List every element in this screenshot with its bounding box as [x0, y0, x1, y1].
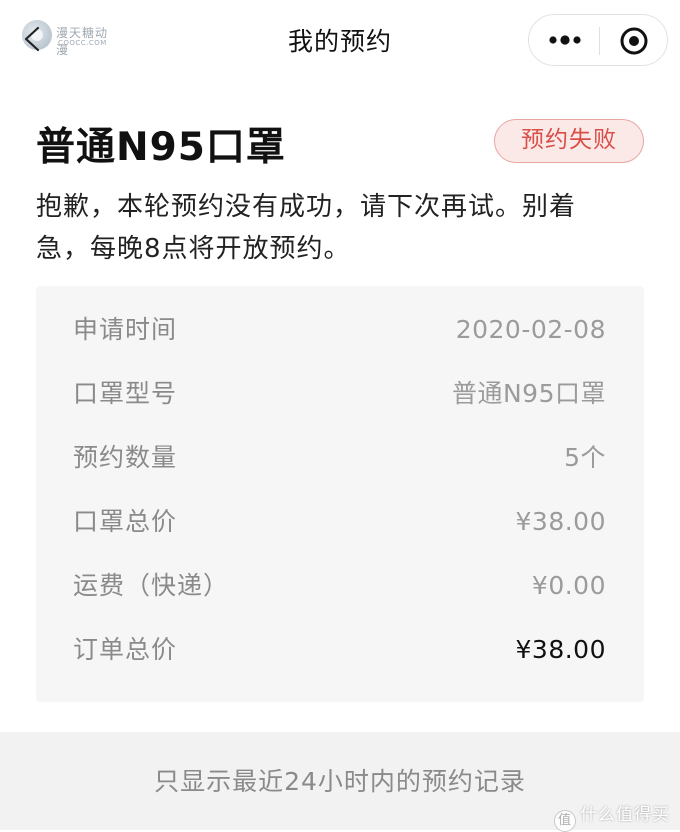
- detail-value: ¥38.00: [515, 507, 606, 536]
- reservation-detail-card: 申请时间 2020-02-08 口罩型号 普通N95口罩 预约数量 5个 口罩总…: [36, 286, 644, 702]
- status-badge: 预约失败: [494, 119, 644, 163]
- detail-label: 运费（快递）: [73, 571, 230, 600]
- capsule-divider: [599, 27, 600, 55]
- detail-row-apply-time: 申请时间 2020-02-08: [36, 310, 644, 350]
- mini-program-capsule: [528, 14, 668, 66]
- product-name: 普通N95口罩: [36, 125, 286, 170]
- detail-row-order-total: 订单总价 ¥38.00: [36, 630, 644, 670]
- corner-logo-badge-icon: 值: [554, 810, 576, 832]
- target-icon[interactable]: [619, 26, 649, 56]
- detail-row-shipping: 运费（快递） ¥0.00: [36, 566, 644, 606]
- detail-row-mask-total: 口罩总价 ¥38.00: [36, 502, 644, 542]
- detail-row-quantity: 预约数量 5个: [36, 438, 644, 478]
- corner-watermark-logo: 值什么值得买: [554, 800, 670, 832]
- failure-notice: 抱歉，本轮预约没有成功，请下次再试。别着 急，每晚8点将开放预约。: [36, 186, 616, 270]
- more-icon[interactable]: [547, 29, 583, 51]
- detail-label: 订单总价: [73, 635, 178, 664]
- detail-value: 普通N95口罩: [451, 379, 606, 408]
- detail-label: 预约数量: [73, 443, 178, 472]
- corner-logo-text: 什么值得买: [580, 805, 670, 825]
- detail-value: 2020-02-08: [455, 315, 606, 344]
- notice-line-2: 急，每晚8点将开放预约。: [36, 234, 351, 264]
- detail-value: 5个: [564, 443, 606, 472]
- order-total-value: ¥38.00: [515, 635, 606, 664]
- detail-label: 申请时间: [73, 315, 178, 344]
- detail-label: 口罩总价: [73, 507, 178, 536]
- footer: 只显示最近24小时内的预约记录 值什么值得买: [0, 732, 680, 832]
- detail-label: 口罩型号: [73, 379, 178, 408]
- detail-value: ¥0.00: [531, 571, 606, 600]
- header-bar: 漫天糖动漫 COOCC.COM 我的预约: [0, 0, 680, 82]
- notice-line-1: 抱歉，本轮预约没有成功，请下次再试。别着: [36, 192, 577, 222]
- detail-row-mask-model: 口罩型号 普通N95口罩: [36, 374, 644, 414]
- footer-note: 只显示最近24小时内的预约记录: [154, 767, 526, 796]
